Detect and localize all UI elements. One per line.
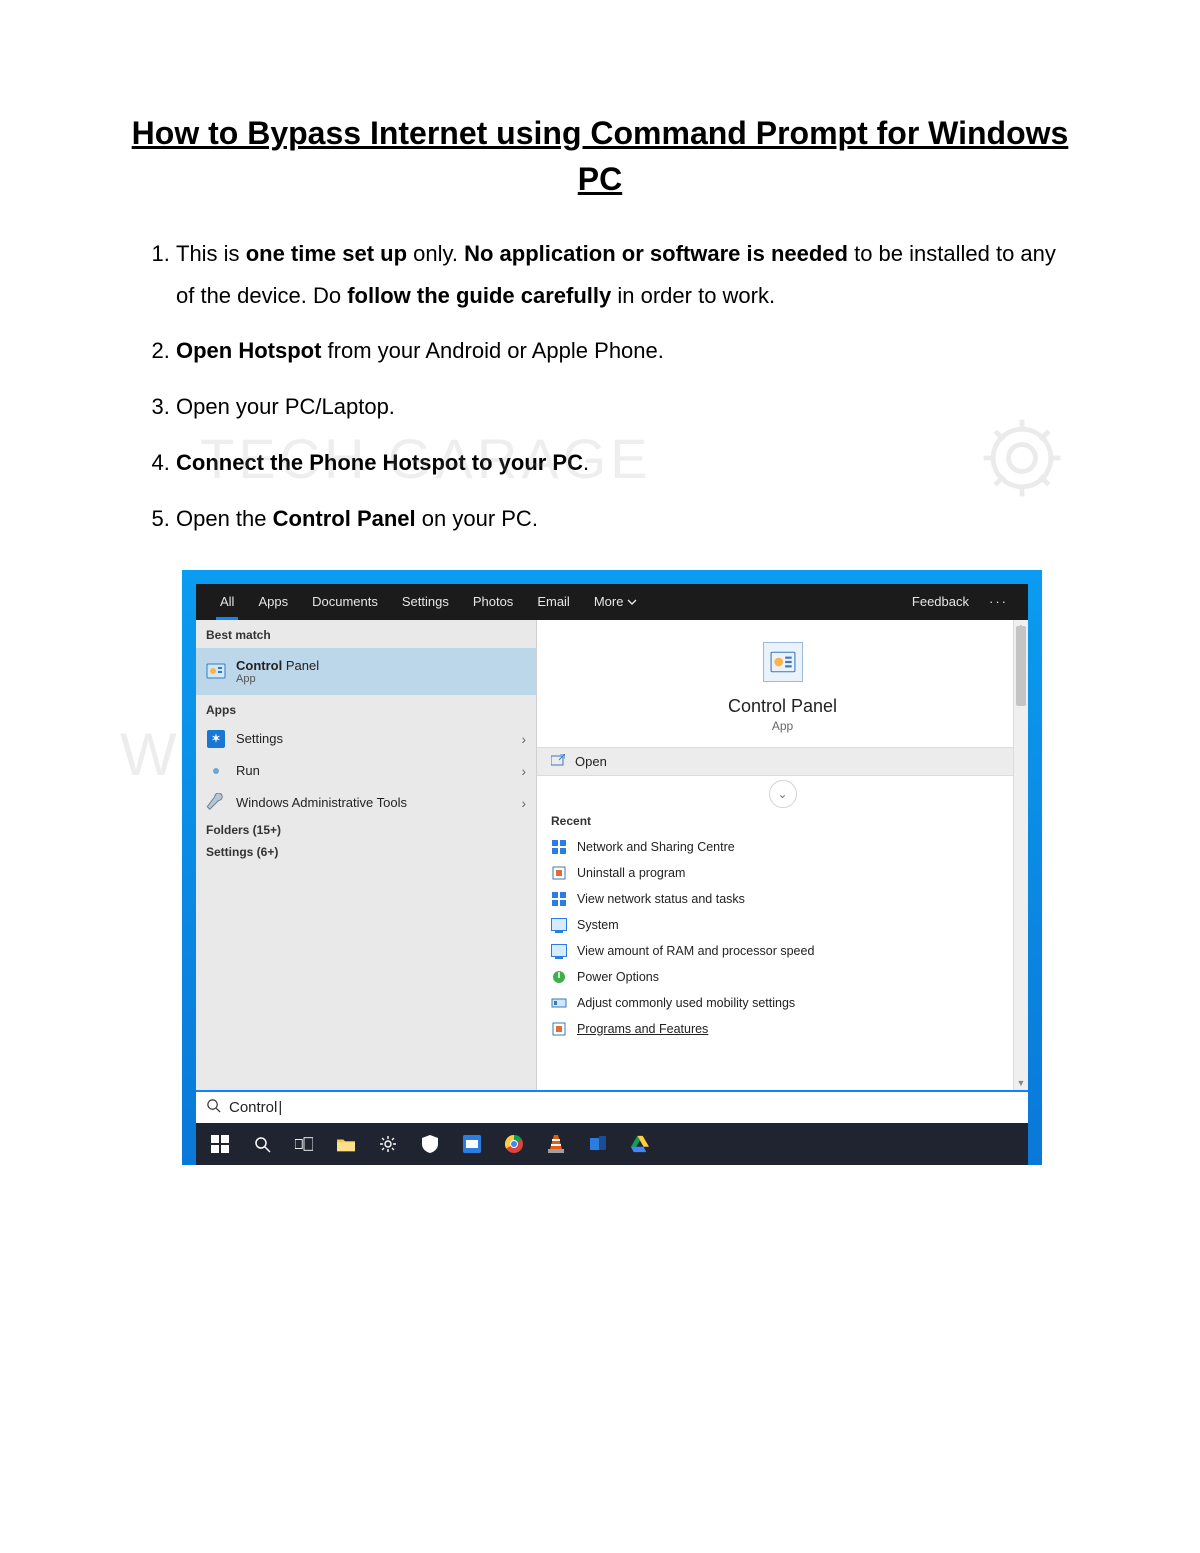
search-results-split: Best match Control Panel App Apps ✶ — [196, 620, 1028, 1090]
taskbar-task-view[interactable] — [284, 1123, 324, 1165]
taskbar-vlc[interactable] — [536, 1123, 576, 1165]
scrollbar[interactable]: ▲ ▼ — [1013, 620, 1028, 1090]
recent-ram[interactable]: View amount of RAM and processor speed — [551, 938, 1000, 964]
taskbar-drive[interactable] — [620, 1123, 660, 1165]
more-menu-icon[interactable]: ··· — [981, 594, 1016, 609]
windows-icon — [211, 1135, 229, 1153]
shield-icon — [421, 1135, 439, 1153]
mobility-icon — [551, 995, 567, 1011]
tab-more[interactable]: More — [582, 584, 650, 620]
taskbar-security[interactable] — [410, 1123, 450, 1165]
app-icon — [463, 1135, 481, 1153]
step-5: Open the Control Panel on your PC. — [176, 498, 1070, 540]
search-icon — [253, 1135, 271, 1153]
chevron-down-icon — [627, 597, 637, 607]
recent-system[interactable]: System — [551, 912, 1000, 938]
scroll-down-icon[interactable]: ▼ — [1014, 1076, 1028, 1090]
apps-label: Apps — [196, 695, 536, 723]
search-tabs-bar: All Apps Documents Settings Photos Email… — [196, 584, 1028, 620]
step-2: Open Hotspot from your Android or Apple … — [176, 330, 1070, 372]
taskbar-search[interactable] — [242, 1123, 282, 1165]
taskbar-settings[interactable] — [368, 1123, 408, 1165]
taskbar — [196, 1123, 1028, 1165]
tab-photos[interactable]: Photos — [461, 584, 525, 620]
document-page: TECH GARAGE W How to Bypass Internet usi… — [0, 0, 1200, 1553]
folders-group[interactable]: Folders (15+) — [196, 819, 536, 841]
gear-icon — [379, 1135, 397, 1153]
system-icon — [551, 917, 567, 933]
network-icon — [551, 839, 567, 855]
start-button[interactable] — [200, 1123, 240, 1165]
open-action[interactable]: Open — [537, 747, 1014, 776]
result-hero: Control Panel App — [537, 620, 1028, 747]
settings-icon: ✶ — [206, 729, 226, 749]
tab-email[interactable]: Email — [525, 584, 582, 620]
app-admin-tools[interactable]: Windows Administrative Tools › — [196, 787, 536, 819]
vlc-icon — [547, 1135, 565, 1153]
hero-title: Control Panel — [537, 696, 1028, 717]
settings-group[interactable]: Settings (6+) — [196, 841, 536, 863]
results-right-column: ▲ ▼ Control Panel App — [537, 620, 1028, 1090]
recent-power[interactable]: Power Options — [551, 964, 1000, 990]
watermark-fragment: W — [120, 720, 177, 789]
app-run[interactable]: Run › — [196, 755, 536, 787]
recent-label: Recent — [551, 814, 1000, 828]
tab-documents[interactable]: Documents — [300, 584, 390, 620]
chevron-down-icon: ⌄ — [777, 787, 787, 801]
search-value: Control — [229, 1099, 282, 1116]
recent-block: Recent Network and Sharing Centre Uninst… — [537, 814, 1014, 1042]
page-title: How to Bypass Internet using Command Pro… — [130, 110, 1070, 203]
recent-network-status[interactable]: View network status and tasks — [551, 886, 1000, 912]
chevron-right-icon: › — [521, 731, 526, 747]
taskbar-chrome[interactable] — [494, 1123, 534, 1165]
task-view-icon — [295, 1135, 313, 1153]
programs-icon — [551, 865, 567, 881]
tab-apps[interactable]: Apps — [246, 584, 300, 620]
control-panel-large-icon — [763, 642, 803, 682]
windows-search-window: All Apps Documents Settings Photos Email… — [196, 584, 1028, 1123]
drive-icon — [631, 1135, 649, 1153]
recent-mobility[interactable]: Adjust commonly used mobility settings — [551, 990, 1000, 1016]
app-settings[interactable]: ✶ Settings › — [196, 723, 536, 755]
taskbar-file-explorer[interactable] — [326, 1123, 366, 1165]
feedback-link[interactable]: Feedback — [900, 584, 981, 620]
hero-subtitle: App — [537, 719, 1028, 733]
chrome-icon — [505, 1135, 523, 1153]
power-icon — [551, 969, 567, 985]
chevron-right-icon: › — [521, 763, 526, 779]
recent-network-sharing[interactable]: Network and Sharing Centre — [551, 834, 1000, 860]
step-1: This is one time set up only. No applica… — [176, 233, 1070, 317]
step-3: Open your PC/Laptop. — [176, 386, 1070, 428]
tab-all[interactable]: All — [208, 584, 246, 620]
phone-link-icon — [589, 1135, 607, 1153]
tab-settings[interactable]: Settings — [390, 584, 461, 620]
tools-icon — [206, 793, 226, 813]
programs-icon — [551, 1021, 567, 1037]
scrollbar-thumb[interactable] — [1016, 626, 1026, 706]
chevron-right-icon: › — [521, 795, 526, 811]
run-icon — [206, 761, 226, 781]
recent-programs-features[interactable]: Programs and Features — [551, 1016, 1000, 1042]
search-input[interactable]: Control — [196, 1090, 1028, 1123]
open-icon — [551, 754, 565, 769]
step-4: Connect the Phone Hotspot to your PC. — [176, 442, 1070, 484]
taskbar-app-blue[interactable] — [452, 1123, 492, 1165]
folder-icon — [337, 1135, 355, 1153]
recent-uninstall[interactable]: Uninstall a program — [551, 860, 1000, 886]
best-match-control-panel[interactable]: Control Panel App — [196, 648, 536, 695]
control-panel-icon — [206, 661, 226, 681]
taskbar-your-phone[interactable] — [578, 1123, 618, 1165]
search-icon — [206, 1098, 221, 1117]
steps-list: This is one time set up only. No applica… — [130, 233, 1070, 540]
results-left-column: Best match Control Panel App Apps ✶ — [196, 620, 537, 1090]
system-icon — [551, 943, 567, 959]
expand-toggle[interactable]: ⌄ — [537, 780, 1028, 808]
screenshot: All Apps Documents Settings Photos Email… — [182, 570, 1042, 1165]
best-match-label: Best match — [196, 620, 536, 648]
network-icon — [551, 891, 567, 907]
